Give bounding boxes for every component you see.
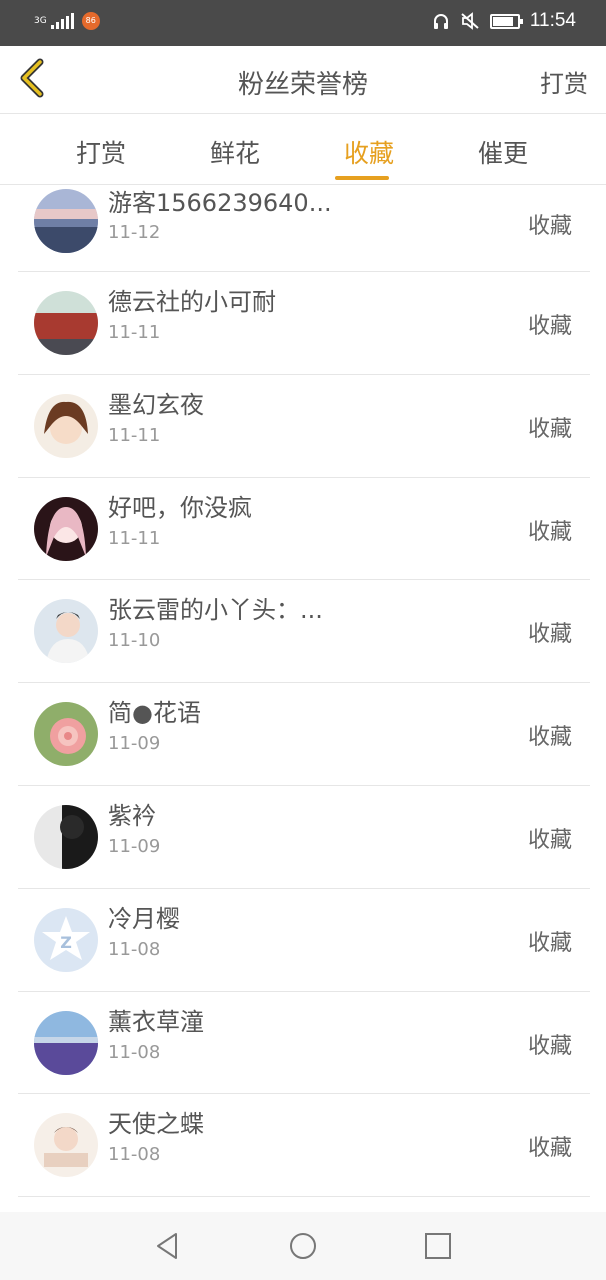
list-item[interactable]: 墨幻玄夜 11-11 收藏 <box>18 375 590 478</box>
avatar <box>34 496 98 561</box>
date-label: 11-09 <box>108 835 161 857</box>
list-item[interactable]: 薰衣草潼 11-08 收藏 <box>18 992 590 1095</box>
date-label: 11-11 <box>108 527 161 549</box>
fan-list[interactable]: 游客1566239640... 11-12 收藏 德云社的小可耐 11-11 收… <box>18 186 590 1212</box>
user-name: 德云社的小可耐 <box>108 288 276 316</box>
avatar <box>34 1010 98 1075</box>
signal-icon <box>50 13 74 29</box>
avatar <box>34 702 98 767</box>
back-triangle-icon[interactable] <box>152 1230 184 1262</box>
date-label: 11-09 <box>108 733 161 755</box>
tab-flowers[interactable]: 鲜花 <box>168 115 302 184</box>
list-item[interactable]: 紫衿 11-09 收藏 <box>18 786 590 889</box>
user-name: 紫衿 <box>108 801 156 830</box>
avatar <box>34 291 98 355</box>
date-label: 11-11 <box>108 424 161 446</box>
action-label: 收藏 <box>527 725 572 751</box>
user-name: 张云雷的小丫头：... <box>108 596 323 625</box>
avatar <box>34 393 98 458</box>
avatar <box>34 1113 98 1178</box>
app-header: 粉丝荣誉榜 打赏 <box>0 46 606 114</box>
list-item[interactable]: Z 冷月樱 11-08 收藏 <box>18 889 590 992</box>
list-item[interactable]: 简●花语 11-09 收藏 <box>18 683 590 786</box>
action-label: 收藏 <box>527 1136 572 1162</box>
status-right: 11:54 <box>432 10 576 32</box>
user-name: 好吧，你没疯 <box>108 493 252 522</box>
mute-icon <box>461 12 479 30</box>
avatar <box>34 599 98 664</box>
page-title: 粉丝荣誉榜 <box>237 70 368 100</box>
recents-square-icon[interactable] <box>422 1230 454 1262</box>
action-label: 收藏 <box>527 1033 572 1059</box>
user-name: 墨幻玄夜 <box>108 390 204 419</box>
network-type: 3G <box>34 15 47 26</box>
date-label: 11-10 <box>108 630 161 652</box>
list-item[interactable]: 德云社的小可耐 11-11 收藏 <box>18 272 590 375</box>
date-label: 11-08 <box>108 938 161 960</box>
action-label: 收藏 <box>527 416 572 442</box>
avatar <box>34 804 98 869</box>
date-label: 11-12 <box>108 222 161 243</box>
clock: 11:54 <box>529 10 576 31</box>
reward-button[interactable]: 打赏 <box>540 64 588 99</box>
app-notification-icon: 86 <box>81 12 100 30</box>
tab-favorites[interactable]: 收藏 <box>302 115 436 184</box>
action-label: 收藏 <box>527 314 572 339</box>
avatar <box>34 189 98 253</box>
date-label: 11-08 <box>108 1144 161 1166</box>
tab-urge[interactable]: 催更 <box>436 115 570 184</box>
list-item[interactable]: 游客1566239640... 11-12 收藏 <box>18 186 590 272</box>
user-name: 冷月樱 <box>108 904 180 933</box>
action-label: 收藏 <box>527 930 572 956</box>
action-label: 收藏 <box>527 622 572 648</box>
list-item[interactable]: 天使之蝶 11-08 收藏 <box>18 1094 590 1198</box>
tab-reward[interactable]: 打赏 <box>34 115 168 184</box>
user-name: 薰衣草潼 <box>108 1007 204 1036</box>
home-circle-icon[interactable] <box>287 1230 319 1262</box>
date-label: 11-08 <box>108 1041 161 1063</box>
battery-icon <box>489 13 523 29</box>
avatar: Z <box>34 907 98 972</box>
user-name: 游客1566239640... <box>108 189 332 217</box>
user-name: 天使之蝶 <box>108 1110 204 1139</box>
status-left: 3G 86 <box>34 12 100 30</box>
action-label: 收藏 <box>527 214 572 239</box>
system-nav-bar <box>0 1212 606 1280</box>
svg-text:Z: Z <box>60 933 72 952</box>
action-label: 收藏 <box>527 827 572 853</box>
user-name: 简●花语 <box>108 699 201 728</box>
date-label: 11-11 <box>108 322 161 343</box>
status-bar: 3G 86 11:54 <box>0 0 606 46</box>
action-label: 收藏 <box>527 519 572 545</box>
headphones-icon <box>433 14 448 29</box>
list-item[interactable]: 好吧，你没疯 11-11 收藏 <box>18 478 590 581</box>
tab-bar: 打赏 鲜花 收藏 催更 <box>0 115 606 185</box>
list-item[interactable]: 张云雷的小丫头：... 11-10 收藏 <box>18 580 590 684</box>
